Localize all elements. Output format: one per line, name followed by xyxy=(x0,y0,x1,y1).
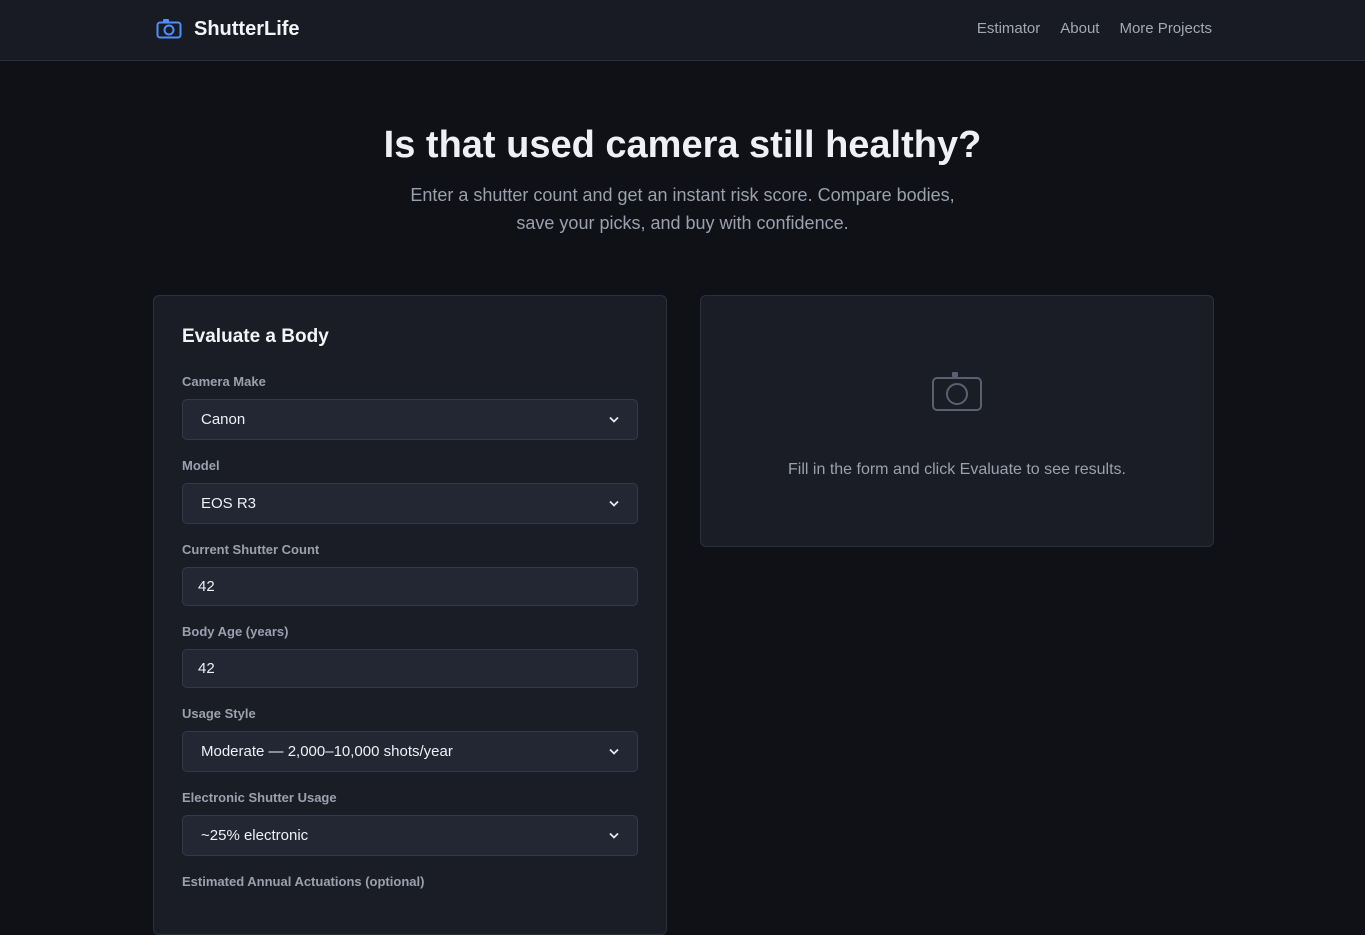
camera-make-value: Canon xyxy=(201,411,246,428)
shutter-count-input[interactable] xyxy=(182,567,638,606)
electronic-shutter-value: ~25% electronic xyxy=(201,827,309,844)
field-shutter-count: Current Shutter Count xyxy=(182,542,638,606)
chevron-down-icon xyxy=(609,832,619,839)
body-age-label: Body Age (years) xyxy=(182,624,289,639)
chevron-down-icon xyxy=(609,416,619,423)
field-body-age: Body Age (years) xyxy=(182,624,638,688)
field-camera-make: Camera Make Canon xyxy=(182,374,638,440)
result-placeholder-text: Fill in the form and click Evaluate to s… xyxy=(788,461,1126,478)
electronic-shutter-label: Electronic Shutter Usage xyxy=(182,790,337,805)
camera-make-select[interactable]: Canon xyxy=(182,399,638,440)
field-usage-style: Usage Style Moderate — 2,000–10,000 shot… xyxy=(182,706,638,772)
field-model: Model EOS R3 xyxy=(182,458,638,524)
model-select[interactable]: EOS R3 xyxy=(182,483,638,524)
field-electronic-shutter: Electronic Shutter Usage ~25% electronic xyxy=(182,790,638,856)
nav-link-about[interactable]: About xyxy=(1060,20,1099,37)
usage-style-label: Usage Style xyxy=(182,706,256,721)
electronic-shutter-select[interactable]: ~25% electronic xyxy=(182,815,638,856)
page-title: Is that used camera still healthy? xyxy=(383,124,982,166)
nav-link-estimator[interactable]: Estimator xyxy=(977,20,1040,37)
chevron-down-icon xyxy=(609,500,619,507)
body-age-input[interactable] xyxy=(182,649,638,688)
hero: Is that used camera still healthy? Enter… xyxy=(0,61,1365,237)
navbar: ShutterLife Estimator About More Project… xyxy=(0,0,1365,61)
cards: Evaluate a Body Camera Make Canon Model … xyxy=(153,295,1214,935)
result-panel: Fill in the form and click Evaluate to s… xyxy=(700,295,1214,547)
annual-actuations-label: Estimated Annual Actuations (optional) xyxy=(182,874,425,889)
camera-icon xyxy=(156,19,182,39)
evaluate-form: Evaluate a Body Camera Make Canon Model … xyxy=(153,295,667,935)
model-label: Model xyxy=(182,458,220,473)
camera-make-label: Camera Make xyxy=(182,374,266,389)
nav-links: Estimator About More Projects xyxy=(977,20,1212,37)
model-value: EOS R3 xyxy=(201,495,257,512)
brand-name: ShutterLife xyxy=(194,17,300,40)
form-title: Evaluate a Body xyxy=(182,326,329,347)
camera-icon xyxy=(932,372,982,411)
chevron-down-icon xyxy=(609,748,619,755)
hero-subtitle: Enter a shutter count and get an instant… xyxy=(410,185,955,233)
shutter-count-label: Current Shutter Count xyxy=(182,542,320,557)
brand[interactable]: ShutterLife xyxy=(156,17,300,41)
usage-style-select[interactable]: Moderate — 2,000–10,000 shots/year xyxy=(182,731,638,772)
field-annual-actuations: Estimated Annual Actuations (optional) xyxy=(182,874,638,889)
usage-style-value: Moderate — 2,000–10,000 shots/year xyxy=(201,743,453,760)
nav-link-more-projects[interactable]: More Projects xyxy=(1119,20,1212,37)
